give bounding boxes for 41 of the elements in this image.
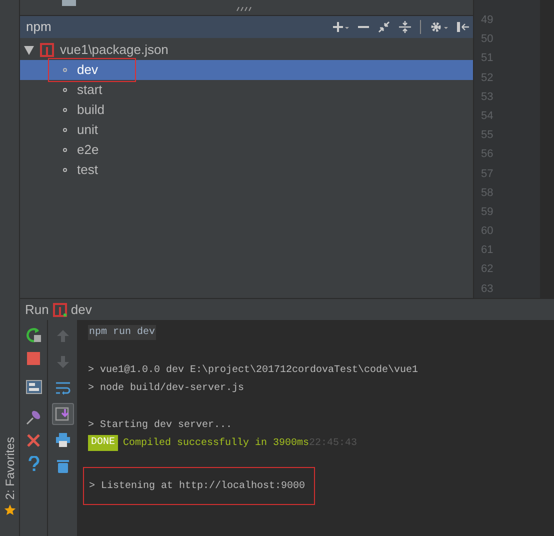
tree-item[interactable]: unit [20,120,473,140]
layout-icon[interactable] [26,380,42,394]
tree-item[interactable]: e2e [20,140,473,160]
close-icon[interactable] [27,434,40,447]
add-icon[interactable] [333,21,349,33]
collapse-all-icon[interactable] [399,21,411,33]
bullet-icon [63,68,67,72]
tree-item[interactable]: dev [20,60,473,80]
bullet-icon [63,148,67,152]
run-config-label: dev [70,300,92,319]
console-line: > vue1@1.0.0 dev E:\project\201712cordovaTest\code\vue1 [88,364,418,378]
bullet-icon [63,128,67,132]
bullet-icon [63,88,67,92]
npm-icon [40,43,54,57]
favorites-tab[interactable]: 2: Favorites [0,437,18,500]
hide-panel-icon[interactable] [457,21,469,33]
bullet-icon [63,108,67,112]
command-text: npm run dev [88,325,156,340]
tree-item[interactable]: vue1\package.json [60,40,168,60]
collapse-arrows-icon[interactable] [378,21,390,33]
done-badge: DONE [88,435,118,451]
tree-item[interactable]: build [20,100,473,120]
rerun-icon[interactable] [26,327,42,343]
bullet-icon [63,168,67,172]
tree-item[interactable]: start [20,80,473,100]
folder-icon [62,0,76,6]
help-icon[interactable] [28,456,40,472]
panel-title: Run [25,300,49,319]
console-line: > node build/dev-server.js [88,382,244,396]
pin-icon[interactable] [26,409,42,425]
settings-icon[interactable] [430,21,448,33]
npm-icon [52,302,67,316]
star-icon [4,504,16,516]
tree-item[interactable]: test [20,160,473,180]
console-line: > Starting dev server... [88,418,232,432]
console-line: Compiled successfully in 3900ms [123,436,310,450]
grip-icon[interactable] [236,7,254,11]
console-line: > Listening at http://localhost:9000 [89,480,306,494]
scroll-to-end-icon[interactable] [52,403,74,425]
expand-arrow-icon[interactable] [24,46,34,54]
panel-title: npm [26,18,52,36]
